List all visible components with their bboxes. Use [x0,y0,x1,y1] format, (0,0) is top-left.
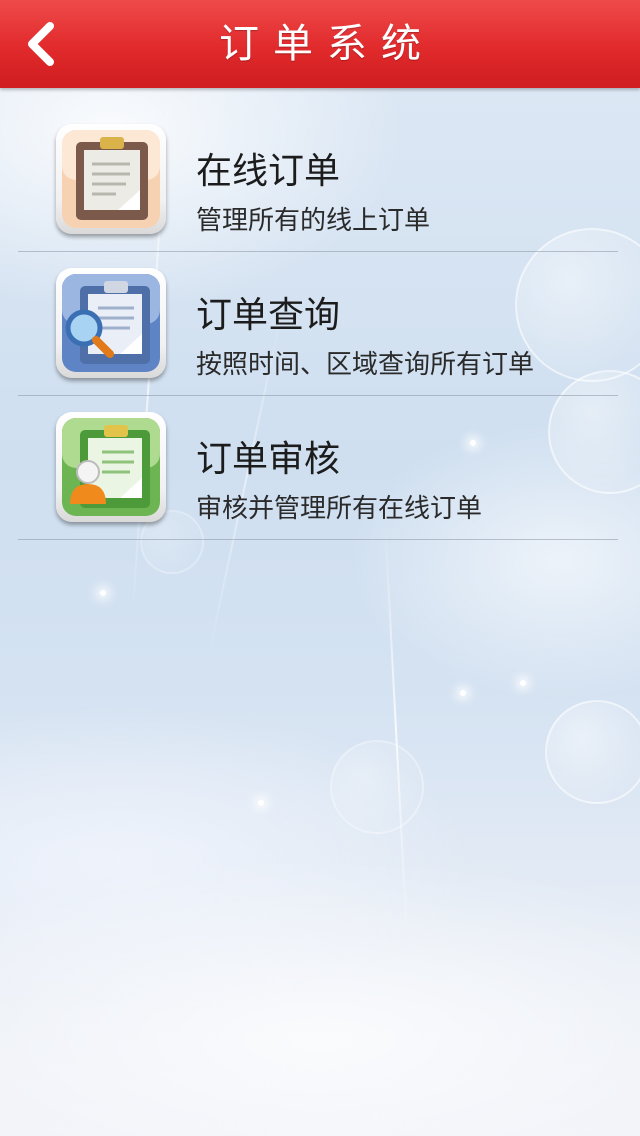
menu-item-title: 订单审核 [196,439,341,480]
clipboard-user-icon [56,412,166,522]
menu-item-online-orders[interactable]: 在线订单 管理所有的线上订单 [18,108,618,252]
background-sparkle [258,800,264,806]
background-bubble [330,740,424,834]
title-bar: 订单系统 [0,0,640,88]
background-sparkle [460,690,466,696]
background-sparkle [100,590,106,596]
menu-item-order-query[interactable]: 订单查询 按照时间、区域查询所有订单 [18,252,618,396]
background-sparkle [520,680,526,686]
menu-item-subtitle: 审核并管理所有在线订单 [196,494,483,524]
background-light-streak [384,520,408,940]
order-menu-list: 在线订单 管理所有的线上订单 订单查询 按照时间、区域查询所有订单 订单审核 审… [18,108,618,540]
clipboard-search-icon [56,268,166,378]
page-title: 订单系统 [219,21,435,67]
menu-item-order-review[interactable]: 订单审核 审核并管理所有在线订单 [18,396,618,540]
menu-item-subtitle: 管理所有的线上订单 [196,206,431,236]
background-bubble [545,700,640,804]
clipboard-document-icon [56,124,166,234]
menu-item-title: 在线订单 [196,151,341,192]
menu-item-title: 订单查询 [196,295,341,336]
menu-item-subtitle: 按照时间、区域查询所有订单 [196,350,535,380]
